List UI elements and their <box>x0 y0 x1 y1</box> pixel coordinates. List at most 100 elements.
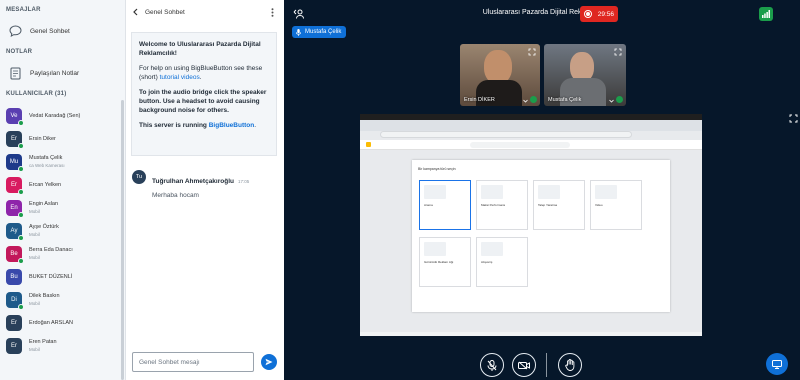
user-name: Dilek Baskın <box>29 293 60 299</box>
campaign-card-image <box>481 185 503 199</box>
status-dot <box>18 189 24 195</box>
user-list-item[interactable]: En Engin Aslan Mobil <box>6 198 118 218</box>
user-list-item[interactable]: Bu BUKET DÜZENLİ <box>6 267 118 287</box>
screen-bottom-edge <box>360 338 702 344</box>
user-list-item[interactable]: Er Erdoğan ARSLAN <box>6 313 118 333</box>
campaign-card-label: Alışveriş <box>481 260 493 264</box>
raise-hand-button[interactable] <box>558 353 582 377</box>
campaign-card: Alışveriş <box>476 237 528 287</box>
presentation-area: Uluslararası Pazarda Dijital Reklamcılık… <box>284 0 800 380</box>
user-name: Engin Aslan <box>29 201 59 207</box>
campaign-card-label: Arama <box>424 203 433 207</box>
avatar: Er <box>6 315 22 331</box>
avatar: Be <box>6 246 24 264</box>
users-section-title: KULLANICILAR (31) <box>6 91 67 97</box>
avatar-initials: Di <box>11 297 17 303</box>
user-list-item[interactable]: Mu Mustafa Çelik ca Web Kamerası <box>6 152 118 172</box>
avatar: Er <box>6 131 24 149</box>
microphone-icon <box>296 28 301 36</box>
message-text: Merhaba hocam <box>152 192 199 199</box>
recording-time: 29:56 <box>597 10 614 18</box>
avatar-initials: Mu <box>9 159 19 165</box>
user-list-item[interactable]: Er Ercan Yelken <box>6 175 118 195</box>
video-tile[interactable]: Ersin DİKER <box>460 44 540 106</box>
campaign-card-image <box>481 242 503 256</box>
user-list-item[interactable]: Er Eren Patan Mobil <box>6 336 118 356</box>
campaign-card-label: Talep Yaratma <box>538 203 558 207</box>
user-name: Eren Patan <box>29 339 57 345</box>
browser-address-bar <box>380 131 632 138</box>
video-tile[interactable]: Mustafa Çelik <box>544 44 626 106</box>
presenter-badge: Mustafa Çelik <box>292 26 347 38</box>
user-list-item[interactable]: Di Dilek Baskın Mobil <box>6 290 118 310</box>
campaign-card: Talep Yaratma <box>533 180 585 230</box>
sidebar: MESAJLAR Genel Sohbet NOTLAR Paylaşılan … <box>0 0 126 380</box>
campaign-card-label: Görüntülü Reklam Ağı <box>424 260 454 264</box>
campaign-card-label: Maksi Performans <box>481 203 506 207</box>
user-status: Mobil <box>29 347 40 352</box>
user-list-item[interactable]: Er Ersin Diker <box>6 129 118 149</box>
user-status: Mobil <box>29 232 40 237</box>
avatar: Mu <box>6 154 24 172</box>
chat-message: Tu Tuğrulhan Ahmetçakıroğlu 17:05 Merhaba… <box>132 170 278 199</box>
user-list-item[interactable]: Ve Vedat Karadağ (Sen) <box>6 106 118 126</box>
camera-button[interactable] <box>512 353 536 377</box>
screen-chat-icon <box>772 359 782 369</box>
user-list-scrollbar[interactable] <box>121 100 124 380</box>
connection-status-button[interactable] <box>759 7 773 21</box>
user-list-item[interactable]: Be Berra Eda Danacı Mobil <box>6 244 118 264</box>
message-author: Tuğrulhan Ahmetçakıroğlu <box>152 178 234 185</box>
mute-button[interactable] <box>480 353 504 377</box>
recording-indicator[interactable]: 29:56 <box>580 6 618 22</box>
hand-icon <box>565 359 575 371</box>
screen-footer <box>360 332 702 336</box>
user-name: Mustafa Çelik <box>29 155 63 161</box>
avatar-initials: Ve <box>10 113 18 119</box>
user-manage-icon[interactable] <box>292 9 304 19</box>
status-dot <box>18 212 24 218</box>
avatar-initials: Er <box>11 343 17 349</box>
video-options-icon[interactable] <box>609 99 614 103</box>
bigbluebutton-link[interactable]: BigBlueButton <box>209 122 255 129</box>
fullscreen-screenshare-icon[interactable] <box>789 114 798 123</box>
user-list-item[interactable]: Ay Ayşe Öztürk Mobil <box>6 221 118 241</box>
campaign-type-panel: Bir kampanya türü seçin Arama Maksi Perfo… <box>412 160 670 312</box>
campaign-card-image <box>595 185 617 199</box>
sidebar-item-shared-notes[interactable]: Paylaşılan Notlar <box>0 63 120 83</box>
welcome-audio-text: To join the audio bridge click the speak… <box>139 89 267 114</box>
campaign-card-label: Video <box>595 203 603 207</box>
chevron-left-icon[interactable] <box>132 8 138 16</box>
campaign-card: Maksi Performans <box>476 180 528 230</box>
tutorial-videos-link[interactable]: tutorial videos <box>160 74 200 81</box>
video-username: Ersin DİKER <box>464 97 495 103</box>
video-username: Mustafa Çelik <box>548 97 582 103</box>
user-name: Erdoğan ARSLAN <box>29 319 74 326</box>
chat-message-input[interactable]: Genel Sohbet mesajı <box>132 352 254 372</box>
fullscreen-icon[interactable] <box>614 48 622 56</box>
app-window: MESAJLAR Genel Sohbet NOTLAR Paylaşılan … <box>0 0 800 380</box>
screen-share: Bir kampanya türü seçin Arama Maksi Perfo… <box>360 114 702 344</box>
avatar-initials: Be <box>10 251 18 257</box>
user-status: Mobil <box>29 301 40 306</box>
send-button[interactable] <box>261 354 277 370</box>
shared-notes-label: Paylaşılan Notlar <box>30 69 80 77</box>
campaign-card: Görüntülü Reklam Ağı <box>419 237 471 287</box>
video-options-icon[interactable] <box>523 99 528 103</box>
avatar: Er <box>6 338 22 354</box>
fullscreen-icon[interactable] <box>528 48 536 56</box>
avatar-initials: Ay <box>10 228 18 234</box>
chat-panel: Genel Sohbet Welcome to Uluslararası Paz… <box>126 0 284 380</box>
chat-options-button[interactable] <box>766 353 788 375</box>
chat-options-icon[interactable] <box>271 8 274 17</box>
public-chat-label: Genel Sohbet <box>30 27 70 35</box>
status-dot <box>18 258 24 264</box>
user-name: BUKET DÜZENLİ <box>29 273 73 280</box>
sidebar-item-public-chat[interactable]: Genel Sohbet <box>0 21 120 41</box>
avatar: Ay <box>6 223 24 241</box>
campaign-card-image <box>424 185 446 199</box>
chat-icon <box>8 24 22 38</box>
message-time: 17:05 <box>237 179 250 184</box>
campaign-card-image <box>538 185 560 199</box>
video-camera-off-icon <box>518 361 530 370</box>
chat-title: Genel Sohbet <box>145 8 185 16</box>
